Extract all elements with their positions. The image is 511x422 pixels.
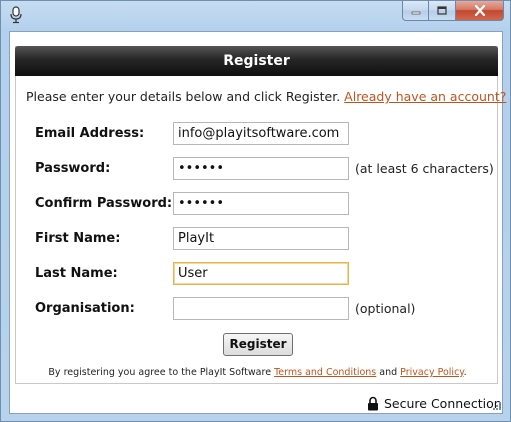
organisation-label: Organisation:	[35, 301, 135, 316]
terms-link[interactable]: Terms and Conditions	[274, 367, 376, 378]
lock-icon	[368, 396, 378, 411]
organisation-field[interactable]	[173, 297, 349, 320]
password-label: Password:	[35, 161, 111, 176]
app-window: Register Please enter your details below…	[0, 0, 511, 422]
register-button[interactable]: Register	[223, 333, 293, 356]
resize-grip-icon[interactable]	[492, 401, 502, 411]
first-name-field[interactable]: PlayIt	[173, 227, 349, 250]
privacy-link[interactable]: Privacy Policy	[400, 367, 463, 378]
password-hint: (at least 6 characters)	[355, 161, 494, 176]
terms-middle: and	[376, 367, 401, 378]
intro-text: Please enter your details below and clic…	[26, 89, 506, 104]
secure-connection-label: Secure Connection	[384, 396, 502, 411]
last-name-label: Last Name:	[35, 266, 118, 281]
panel-header: Register	[15, 46, 498, 76]
password-field[interactable]: ••••••	[173, 157, 349, 180]
terms-suffix: .	[463, 367, 467, 378]
title-bar[interactable]	[1, 1, 510, 29]
confirm-password-field[interactable]: ••••••	[173, 192, 349, 215]
close-button[interactable]	[456, 1, 504, 21]
last-name-field[interactable]: User	[173, 262, 349, 285]
client-area: Register Please enter your details below…	[9, 31, 506, 414]
microphone-icon	[10, 6, 22, 24]
minimize-icon	[411, 11, 420, 14]
close-icon	[474, 5, 485, 16]
register-panel: Register Please enter your details below…	[15, 46, 506, 384]
first-name-label: First Name:	[35, 231, 121, 246]
have-account-link[interactable]: Already have an account?	[344, 89, 506, 104]
maximize-button[interactable]	[429, 1, 456, 21]
email-label: Email Address:	[35, 126, 145, 141]
terms-notice: By registering you agree to the PlayIt S…	[16, 367, 499, 378]
maximize-icon	[437, 5, 447, 15]
intro-instructions: Please enter your details below and clic…	[26, 89, 341, 104]
confirm-password-label: Confirm Password:	[35, 196, 173, 211]
organisation-hint: (optional)	[355, 301, 416, 316]
minimize-button[interactable]	[402, 1, 429, 21]
terms-prefix: By registering you agree to the PlayIt S…	[48, 367, 275, 378]
status-bar: Secure Connection	[9, 393, 503, 414]
email-field[interactable]: info@playitsoftware.com	[173, 122, 349, 145]
